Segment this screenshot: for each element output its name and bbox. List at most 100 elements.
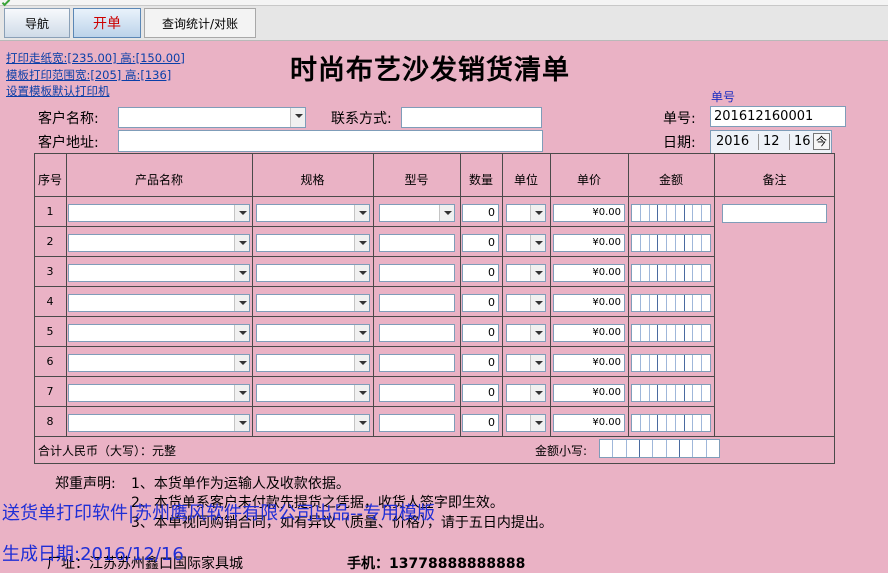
product-name-combo[interactable] — [68, 234, 250, 252]
table-column-divider — [460, 153, 461, 436]
amount-digit-cell — [667, 295, 676, 311]
chevron-down-icon[interactable] — [530, 265, 545, 281]
product-name-combo[interactable] — [68, 204, 250, 222]
table-row-divider — [34, 226, 714, 227]
table-header-cell: 数量 — [468, 173, 493, 187]
amount-digit-cell — [632, 295, 641, 311]
row-number: 5 — [46, 325, 54, 338]
chevron-down-icon[interactable] — [530, 355, 545, 371]
unit-combo[interactable] — [506, 414, 546, 432]
table-row-divider — [34, 256, 714, 257]
chevron-down-icon[interactable] — [354, 355, 369, 371]
unit-price-input[interactable]: ¥0.00 — [553, 324, 625, 342]
chevron-down-icon[interactable] — [354, 235, 369, 251]
table-header-cell: 单位 — [513, 173, 538, 187]
amount-digit-cell — [667, 440, 680, 457]
unit-price-input[interactable]: ¥0.00 — [553, 354, 625, 372]
amount-digit-cell — [667, 385, 676, 401]
spec-combo[interactable] — [256, 234, 370, 252]
quantity-input[interactable]: 0 — [462, 354, 499, 372]
product-name-combo[interactable] — [68, 384, 250, 402]
model-input[interactable] — [379, 234, 455, 252]
quantity-input[interactable]: 0 — [462, 294, 499, 312]
unit-price-input[interactable]: ¥0.00 — [553, 384, 625, 402]
amount-digit-cell — [627, 440, 640, 457]
unit-combo[interactable] — [506, 234, 546, 252]
amount-digit-cell — [658, 355, 668, 371]
chevron-down-icon[interactable] — [530, 235, 545, 251]
row-number: 8 — [46, 415, 54, 428]
unit-combo[interactable] — [506, 294, 546, 312]
amount-digit-cell — [702, 205, 710, 221]
amount-digit-cell — [650, 415, 659, 431]
chevron-down-icon[interactable] — [354, 385, 369, 401]
chevron-down-icon[interactable] — [530, 205, 545, 221]
chevron-down-icon[interactable] — [234, 205, 249, 221]
spec-combo[interactable] — [256, 264, 370, 282]
unit-price-input[interactable]: ¥0.00 — [553, 414, 625, 432]
spec-combo[interactable] — [256, 294, 370, 312]
chevron-down-icon[interactable] — [354, 325, 369, 341]
chevron-down-icon[interactable] — [439, 205, 454, 221]
unit-price-input[interactable]: ¥0.00 — [553, 204, 625, 222]
table-header-cell: 规格 — [300, 173, 325, 187]
remarks-input[interactable] — [722, 204, 827, 223]
table-header-cell: 备注 — [762, 173, 787, 187]
quantity-input[interactable]: 0 — [462, 204, 499, 222]
unit-combo[interactable] — [506, 324, 546, 342]
chevron-down-icon[interactable] — [234, 355, 249, 371]
chevron-down-icon[interactable] — [234, 265, 249, 281]
model-input[interactable] — [379, 264, 455, 282]
spec-combo[interactable] — [256, 204, 370, 222]
model-input[interactable] — [379, 384, 455, 402]
table-row-divider — [34, 316, 714, 317]
unit-price-input[interactable]: ¥0.00 — [553, 294, 625, 312]
chevron-down-icon[interactable] — [354, 415, 369, 431]
model-input[interactable] — [379, 324, 455, 342]
spec-combo[interactable] — [256, 414, 370, 432]
amount-digit-cell — [693, 385, 703, 401]
spec-combo[interactable] — [256, 324, 370, 342]
quantity-input[interactable]: 0 — [462, 414, 499, 432]
unit-combo[interactable] — [506, 354, 546, 372]
chevron-down-icon[interactable] — [354, 205, 369, 221]
unit-combo[interactable] — [506, 264, 546, 282]
chevron-down-icon[interactable] — [234, 325, 249, 341]
unit-price-input[interactable]: ¥0.00 — [553, 264, 625, 282]
unit-combo[interactable] — [506, 384, 546, 402]
amount-digit-cell — [676, 265, 685, 281]
quantity-input[interactable]: 0 — [462, 324, 499, 342]
chevron-down-icon[interactable] — [354, 295, 369, 311]
product-name-combo[interactable] — [68, 324, 250, 342]
quantity-input[interactable]: 0 — [462, 234, 499, 252]
amount-digit-cell — [676, 415, 685, 431]
product-name-combo[interactable] — [68, 264, 250, 282]
spec-combo[interactable] — [256, 384, 370, 402]
model-input[interactable] — [379, 294, 455, 312]
product-name-combo[interactable] — [68, 414, 250, 432]
model-combo[interactable] — [379, 204, 455, 222]
model-input[interactable] — [379, 354, 455, 372]
amount-grid — [631, 414, 711, 432]
product-name-combo[interactable] — [68, 294, 250, 312]
chevron-down-icon[interactable] — [234, 295, 249, 311]
amount-grid — [631, 204, 711, 222]
chevron-down-icon[interactable] — [530, 415, 545, 431]
model-input[interactable] — [379, 414, 455, 432]
chevron-down-icon[interactable] — [234, 385, 249, 401]
unit-price-input[interactable]: ¥0.00 — [553, 234, 625, 252]
unit-combo[interactable] — [506, 204, 546, 222]
mobile-number: 手机：13778888888888 — [347, 556, 526, 572]
chevron-down-icon[interactable] — [530, 325, 545, 341]
amount-digit-cell — [685, 295, 694, 311]
chevron-down-icon[interactable] — [354, 265, 369, 281]
chevron-down-icon[interactable] — [234, 235, 249, 251]
chevron-down-icon[interactable] — [234, 415, 249, 431]
quantity-input[interactable]: 0 — [462, 384, 499, 402]
chevron-down-icon[interactable] — [530, 295, 545, 311]
chevron-down-icon[interactable] — [530, 385, 545, 401]
quantity-input[interactable]: 0 — [462, 264, 499, 282]
product-name-combo[interactable] — [68, 354, 250, 372]
amount-digit-cell — [676, 325, 685, 341]
spec-combo[interactable] — [256, 354, 370, 372]
